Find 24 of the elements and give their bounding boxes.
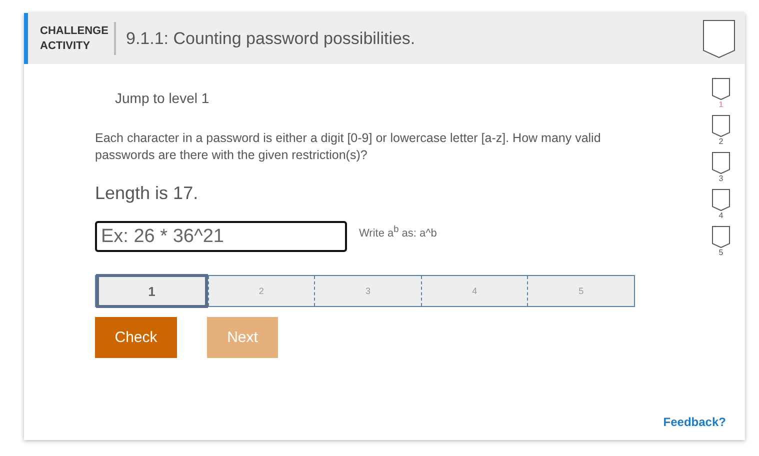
step-tab[interactable]: 5 xyxy=(527,276,634,306)
level-number[interactable]: 3 xyxy=(718,174,724,183)
level-badge-icon xyxy=(712,115,730,137)
step-tab[interactable]: 1 xyxy=(96,274,208,308)
step-tab[interactable]: 3 xyxy=(314,276,421,306)
completion-badge-icon xyxy=(703,20,735,58)
level-badge-icon xyxy=(712,78,730,100)
level-badge-icon xyxy=(712,152,730,174)
jump-link[interactable]: Jump to level 1 xyxy=(115,90,210,106)
activity-title: 9.1.1: Counting password possibilities. xyxy=(126,28,416,48)
level-number[interactable]: 1 xyxy=(718,100,724,109)
step-tab[interactable]: 4 xyxy=(420,276,528,306)
feedback-link[interactable]: Feedback? xyxy=(663,415,726,429)
check-button[interactable]: Check xyxy=(95,317,177,358)
level-number[interactable]: 2 xyxy=(718,137,724,146)
restriction-text: Length is 17. xyxy=(95,183,200,204)
level-number[interactable]: 4 xyxy=(718,211,724,220)
level-number[interactable]: 5 xyxy=(718,248,724,257)
level-badge-icon xyxy=(712,189,730,211)
answer-field[interactable]: Ex: 26 * 36^21 xyxy=(95,221,347,252)
hint-text: Write a$^{b}$ as: a^b xyxy=(359,224,437,240)
level-badge-icon xyxy=(712,226,730,248)
step-tab[interactable]: 2 xyxy=(208,276,314,306)
question-text: Each character in a password is either a digit [0-9] or lowercase letter [a-z]. How many valid passwords are there with the given restriction(s)? xyxy=(95,130,602,164)
